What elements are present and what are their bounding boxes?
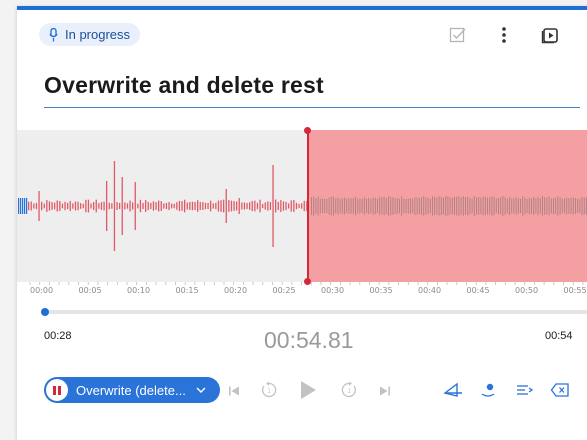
tick-label: 00:15 — [175, 286, 199, 295]
tick-label: 00:45 — [466, 286, 490, 295]
fast-forward-icon[interactable]: 1 — [339, 380, 359, 400]
total-time-display: 00:54.81 — [264, 327, 354, 353]
play-preview-icon[interactable] — [539, 24, 561, 46]
svg-text:1: 1 — [267, 388, 271, 395]
tick-label: 00:55 — [563, 286, 587, 295]
recording-panel: In progress Overwrite and delete rest 00… — [17, 6, 587, 440]
scrubber-thumb[interactable] — [41, 308, 49, 316]
svg-text:1: 1 — [347, 388, 351, 395]
tick-label: 00:00 — [30, 286, 54, 295]
current-time: 00:28 — [44, 330, 72, 342]
tick-label: 00:25 — [272, 286, 296, 295]
pause-icon[interactable] — [46, 379, 68, 401]
audio-settings-icon[interactable] — [514, 380, 534, 400]
trim-icon[interactable] — [443, 380, 463, 400]
playhead[interactable] — [307, 130, 309, 282]
skip-to-end-icon[interactable] — [375, 381, 395, 401]
top-toolbar — [447, 24, 587, 46]
skip-to-start-icon[interactable] — [224, 381, 244, 401]
status-chip: In progress — [39, 23, 141, 46]
title-field[interactable]: Overwrite and delete rest — [44, 72, 580, 108]
record-mode-dropdown[interactable]: Overwrite (delete... — [44, 377, 220, 403]
microphone-icon — [49, 27, 58, 41]
chevron-down-icon — [196, 387, 206, 393]
tick-label: 00:50 — [515, 286, 539, 295]
status-label: In progress — [65, 27, 131, 42]
tick-label: 00:10 — [127, 286, 151, 295]
end-time: 00:54 — [545, 330, 573, 342]
ruler-ticks — [29, 282, 584, 285]
play-icon[interactable] — [297, 379, 319, 401]
waveform-area[interactable] — [17, 127, 587, 285]
tick-label: 00:35 — [369, 286, 393, 295]
rewind-icon[interactable]: 1 — [259, 380, 279, 400]
backspace-delete-icon[interactable] — [550, 380, 570, 400]
scrubber-track[interactable] — [41, 308, 587, 316]
tick-label: 00:05 — [78, 286, 102, 295]
marker-icon[interactable] — [478, 380, 498, 400]
playhead-handle-top[interactable] — [304, 127, 311, 134]
waveform — [18, 161, 587, 251]
tick-label: 00:20 — [224, 286, 248, 295]
more-vertical-icon[interactable] — [493, 24, 515, 46]
record-mode-label: Overwrite (delete... — [76, 382, 186, 398]
check-box-icon[interactable] — [447, 24, 469, 46]
tick-label: 00:40 — [418, 286, 442, 295]
timeline-ruler: 00:00 00:05 00:10 00:15 00:20 00:25 00:30 00:35… — [17, 282, 587, 304]
recording-title[interactable]: Overwrite and delete rest — [44, 72, 580, 99]
tick-label: 00:30 — [321, 286, 345, 295]
